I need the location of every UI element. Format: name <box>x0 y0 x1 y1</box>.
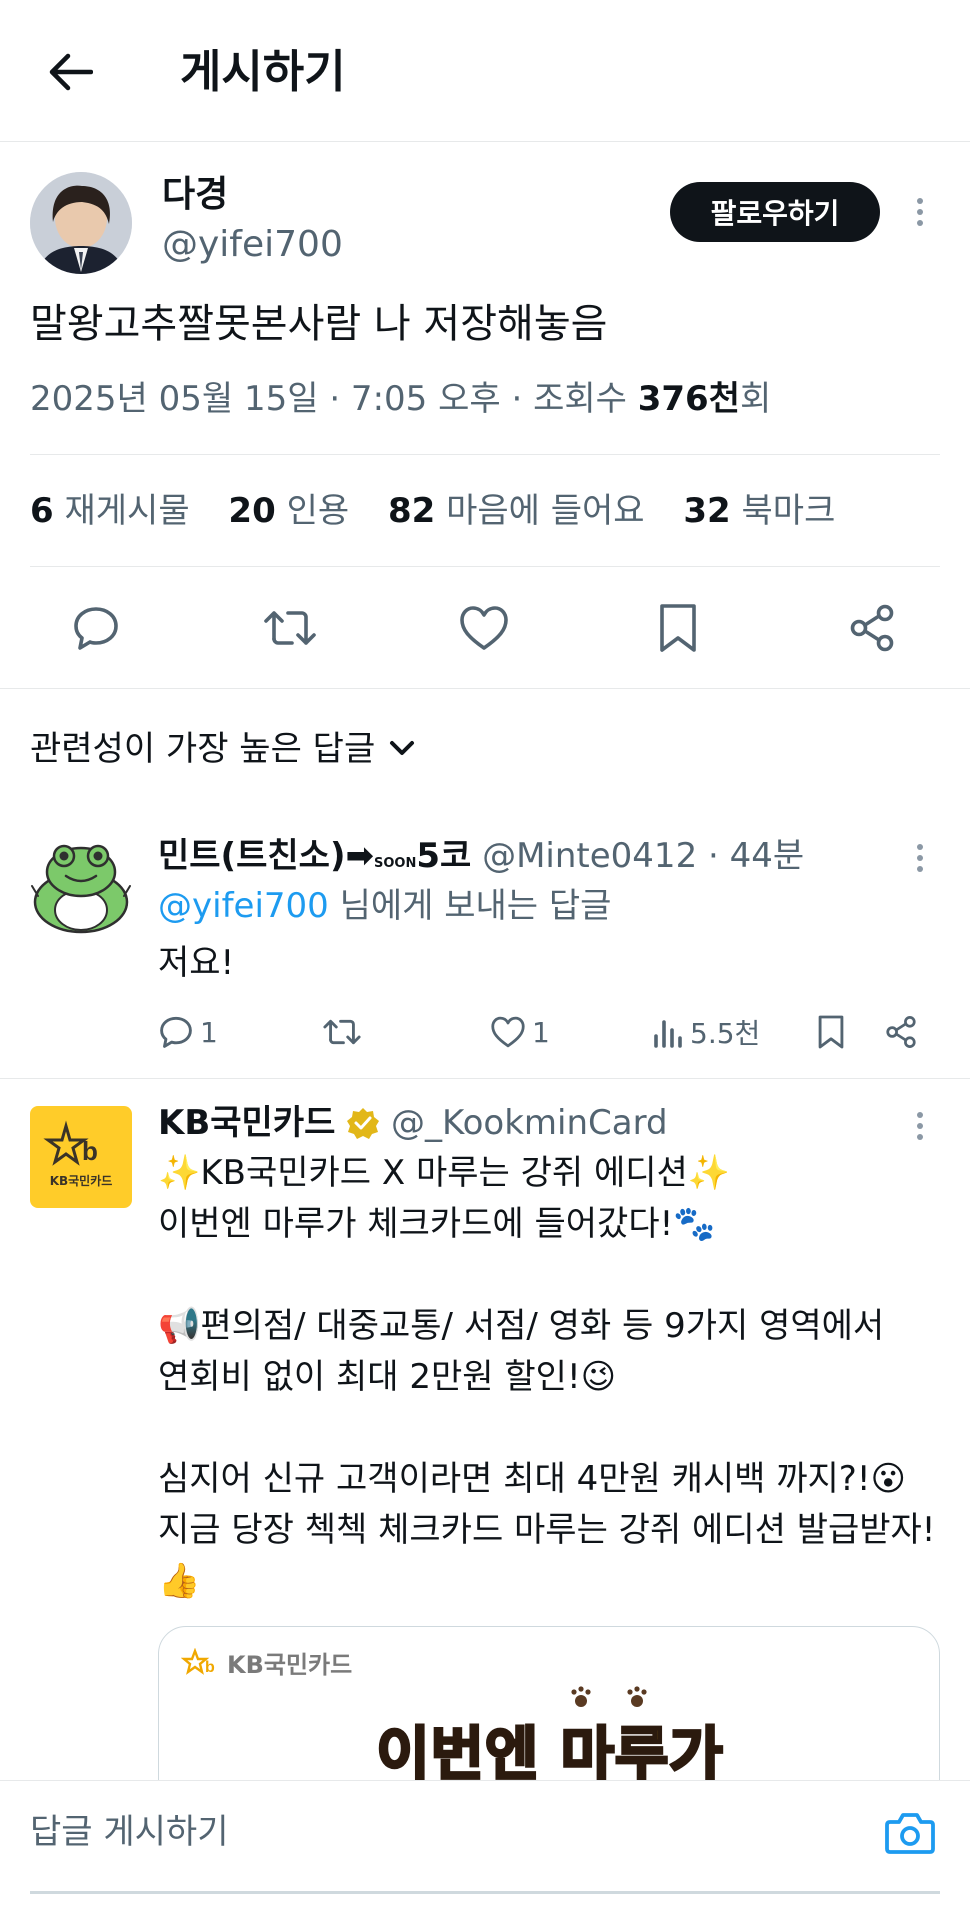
reply-bookmark-button[interactable] <box>816 1010 846 1054</box>
repost-button[interactable] <box>260 598 320 658</box>
ad-text-line: 지금 당장 첵첵 체크카드 마루는 강쥐 에디션 발급받자! <box>158 1510 936 1550</box>
reply-author-name[interactable]: KB국민카드 <box>158 1103 335 1143</box>
follow-button[interactable]: 팔로우하기 <box>670 182 880 242</box>
kb-logo-text: KB국민카드 <box>49 1174 113 1188</box>
share-icon <box>886 1016 916 1048</box>
reply-input[interactable]: 답글 게시하기 <box>30 1807 229 1857</box>
reply-to-handle[interactable]: @yifei700 <box>158 886 329 926</box>
reply-author-name[interactable]: 민트(트친소) <box>158 836 345 876</box>
reply-share-button[interactable] <box>884 1010 918 1054</box>
reply-handle-time[interactable]: @Minte0412 · 44분 <box>482 836 804 876</box>
svg-text:b: b <box>205 1659 215 1676</box>
reply-handle[interactable]: @_KookminCard <box>391 1103 668 1143</box>
divider <box>0 688 970 689</box>
back-button[interactable] <box>38 40 102 104</box>
reply-to-line: @yifei700 님에게 보내는 답글 <box>158 881 611 931</box>
more-options-icon[interactable] <box>910 1106 930 1146</box>
reply-sort-dropdown[interactable]: 관련성이 가장 높은 답글 <box>30 724 415 774</box>
kb-logo-avatar[interactable]: b KB국민카드 <box>30 1106 132 1208</box>
ad-text-line: 👍 <box>158 1561 201 1601</box>
ad-text-line: 이번엔 마루가 체크카드에 들어갔다!🐾 <box>158 1204 716 1244</box>
reply-to-text: 님에게 보내는 답글 <box>328 886 612 926</box>
retweet-icon <box>264 611 316 645</box>
reply-icon <box>74 607 118 650</box>
retweet-icon <box>323 1019 361 1045</box>
chevron-down-icon <box>390 741 415 755</box>
divider <box>30 454 940 455</box>
reply-sort-label: 관련성이 가장 높은 답글 <box>30 729 376 769</box>
more-options-icon[interactable] <box>910 192 930 232</box>
composer-underline <box>30 1891 940 1894</box>
author-handle[interactable]: @yifei700 <box>162 222 343 268</box>
stat-reposts[interactable]: 6 재게시물 <box>30 491 190 531</box>
more-options-icon[interactable] <box>910 838 930 878</box>
arrow-emoji-icon: ➡ <box>345 836 374 876</box>
ad-text-line: 연회비 없이 최대 2만원 할인!😉 <box>158 1357 617 1397</box>
add-media-button[interactable] <box>880 1803 940 1863</box>
engagement-stats: 6 재게시물 20 인용 82 마음에 들어요 32 북마크 <box>30 486 863 536</box>
share-button[interactable] <box>842 598 902 658</box>
tweet-meta: 2025년 05월 15일 · 7:05 오후 · 조회수 376천회 <box>30 374 771 424</box>
reply-header: KB국민카드 @_KookminCard <box>158 1098 668 1148</box>
card-brand-text: KB국민카드 <box>227 1651 353 1679</box>
stat-quotes[interactable]: 20 인용 <box>228 491 349 531</box>
top-bar: 게시하기 <box>0 0 970 142</box>
bookmark-icon <box>660 604 696 652</box>
bookmark-button[interactable] <box>648 598 708 658</box>
stat-bookmarks[interactable]: 32 북마크 <box>683 491 835 531</box>
ad-text-line: 📢편의점/ 대중교통/ 서점/ 영화 등 9가지 영역에서 <box>158 1306 885 1346</box>
divider <box>0 1078 970 1079</box>
views-chart-icon <box>654 1020 682 1048</box>
ad-text-line: 심지어 신규 고객이라면 최대 4만원 캐시백 까지?!😮 <box>158 1459 906 1499</box>
card-brand: b KB국민카드 <box>181 1645 352 1680</box>
kb-star-logo-icon: b <box>181 1647 215 1676</box>
card-headline: 이번엔 마루가 <box>375 1719 724 1790</box>
verified-badge-icon <box>347 1108 380 1139</box>
reply-reply-button[interactable]: 1 <box>158 1010 218 1054</box>
reply-icon <box>160 1016 192 1048</box>
reply-count: 1 <box>200 1015 218 1049</box>
stat-likes[interactable]: 82 마음에 들어요 <box>388 491 645 531</box>
ad-text-line: ✨KB국민카드 X 마루는 강쥐 에디션✨ <box>158 1153 731 1193</box>
reply-button[interactable] <box>66 598 126 658</box>
like-icon <box>491 1016 525 1048</box>
page-title: 게시하기 <box>180 45 346 98</box>
view-count: 5.5천 <box>690 1017 761 1050</box>
author-name[interactable]: 다경 <box>162 172 228 218</box>
like-button[interactable] <box>454 598 514 658</box>
svg-text:b: b <box>82 1136 98 1166</box>
view-count: 376천 <box>637 379 740 419</box>
tweet-text: 말왕고추짤못본사람 나 저장해놓음 <box>30 301 608 347</box>
reply-composer: 답글 게시하기 <box>0 1780 970 1906</box>
like-count: 1 <box>532 1015 550 1049</box>
share-icon <box>850 604 894 652</box>
arrow-left-icon <box>49 53 93 91</box>
like-icon <box>460 606 508 650</box>
author-avatar[interactable] <box>30 172 132 274</box>
reply-views-button[interactable]: 5.5천 <box>652 1010 760 1054</box>
bookmark-icon <box>818 1015 844 1049</box>
soon-badge: SOON <box>373 856 417 871</box>
view-count-suffix: 회 <box>740 379 772 419</box>
reply-author-name-suffix[interactable]: 5코 <box>416 836 471 876</box>
reply-text: 저요! <box>158 943 235 983</box>
camera-icon <box>885 1813 935 1854</box>
reply-like-button[interactable]: 1 <box>490 1010 550 1054</box>
reply-repost-button[interactable] <box>322 1010 362 1054</box>
divider <box>30 566 940 567</box>
tweet-timestamp[interactable]: 2025년 05월 15일 · 7:05 오후 · 조회수 <box>30 379 638 419</box>
reply-avatar[interactable] <box>30 836 132 936</box>
